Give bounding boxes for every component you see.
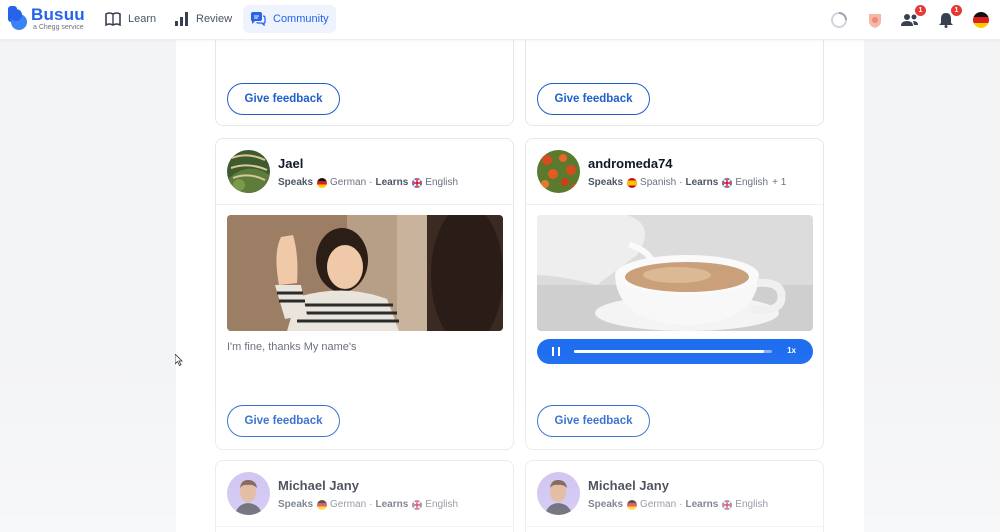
avatar[interactable] [227,150,270,193]
pause-icon[interactable] [552,347,560,356]
brand-name: Busuu [31,5,85,24]
username[interactable]: andromeda74 [588,156,673,171]
learns-language: English [735,177,769,188]
give-feedback-button[interactable]: Give feedback [537,405,650,437]
loading-spinner-icon [829,10,849,30]
audio-progress-track[interactable] [574,350,772,353]
playback-speed[interactable]: 1x [787,346,796,355]
learns-language: English [735,499,769,510]
nav-community[interactable]: Community [243,5,336,33]
exercise-card-michael-jany: Michael Jany Speaks German · Learns Engl… [215,460,514,532]
german-flag-icon [627,499,638,510]
speaks-language: German [330,177,367,188]
german-flag-icon [317,177,328,188]
nav-learn-label: Learn [128,13,157,25]
spanish-flag-icon [627,177,638,188]
nav-review-label: Review [196,13,233,25]
card-header: andromeda74 Speaks Spanish · Learns Engl… [526,139,823,205]
more-languages-count[interactable]: + 1 [772,177,786,188]
username[interactable]: Michael Jany [588,478,669,493]
speaks-label: Speaks [588,177,624,188]
give-feedback-button[interactable]: Give feedback [537,83,650,115]
language-info: Speaks German · Learns English [278,499,458,510]
nav-community-label: Community [273,13,329,25]
card-header: Michael Jany Speaks German · Learns Engl… [216,461,513,527]
notifications-badge: 1 [951,5,962,16]
avatar[interactable] [227,472,270,515]
audio-progress-fill [574,350,765,353]
german-flag-icon [317,499,328,510]
separator-dot: · [369,499,373,510]
speaks-label: Speaks [278,499,314,510]
learns-label: Learns [375,177,409,188]
avatar[interactable] [537,472,580,515]
card-header: Jael Speaks German · Learns English [216,139,513,205]
language-info: Speaks Spanish · Learns English + 1 [588,177,786,188]
language-info: Speaks German · Learns English [278,177,458,188]
separator-dot: · [369,177,373,188]
top-navigation-bar: Busuu a Chegg service Learn Review Commu… [0,0,1000,40]
card-header: Michael Jany Speaks German · Learns Engl… [526,461,823,527]
exercise-card-andromeda74: andromeda74 Speaks Spanish · Learns Engl… [525,138,824,450]
answer-text: I'm fine, thanks My name's [227,341,357,353]
username[interactable]: Jael [278,156,303,171]
separator-dot: · [679,499,683,510]
separator-dot: · [679,177,683,188]
exercise-card: Give feedback [525,30,824,126]
exercise-photo [537,215,813,331]
exercise-card-michael-jany: Michael Jany Speaks German · Learns Engl… [525,460,824,532]
audio-player[interactable]: 1x [537,339,813,364]
speaks-label: Speaks [278,177,314,188]
exercise-card: Give feedback [215,30,514,126]
exercise-card-jael: Jael Speaks German · Learns English I'm … [215,138,514,450]
learns-label: Learns [685,499,719,510]
brand-tagline: a Chegg service [33,24,84,31]
learns-language: English [425,177,459,188]
speaks-language: German [640,499,677,510]
nav-learn[interactable]: Learn [98,5,163,33]
busuu-logo[interactable]: Busuu a Chegg service [8,6,85,31]
uk-flag-icon [722,499,733,510]
give-feedback-button[interactable]: Give feedback [227,405,340,437]
language-info: Speaks German · Learns English [588,499,768,510]
german-flag-icon[interactable] [971,10,991,30]
uk-flag-icon [722,177,733,188]
streak-shield-icon[interactable] [865,10,885,30]
uk-flag-icon [412,499,423,510]
chat-icon [251,12,266,26]
busuu-logo-icon [8,6,28,30]
bell-icon[interactable]: 1 [936,5,962,30]
username[interactable]: Michael Jany [278,478,359,493]
speaks-label: Speaks [588,499,624,510]
learns-language: English [425,499,459,510]
uk-flag-icon [412,177,423,188]
learns-label: Learns [685,177,719,188]
book-icon [105,12,121,26]
mouse-cursor-icon [174,353,183,371]
learns-label: Learns [375,499,409,510]
avatar[interactable] [537,150,580,193]
exercise-photo [227,215,503,331]
speaks-language: Spanish [640,177,677,188]
friends-icon[interactable]: 1 [900,5,926,30]
speaks-language: German [330,499,367,510]
give-feedback-button[interactable]: Give feedback [227,83,340,115]
bar-chart-icon [175,12,188,26]
community-feed: Give feedback Give feedback Jael Speaks … [176,30,864,532]
friends-badge: 1 [915,5,926,16]
nav-review[interactable]: Review [168,5,239,33]
